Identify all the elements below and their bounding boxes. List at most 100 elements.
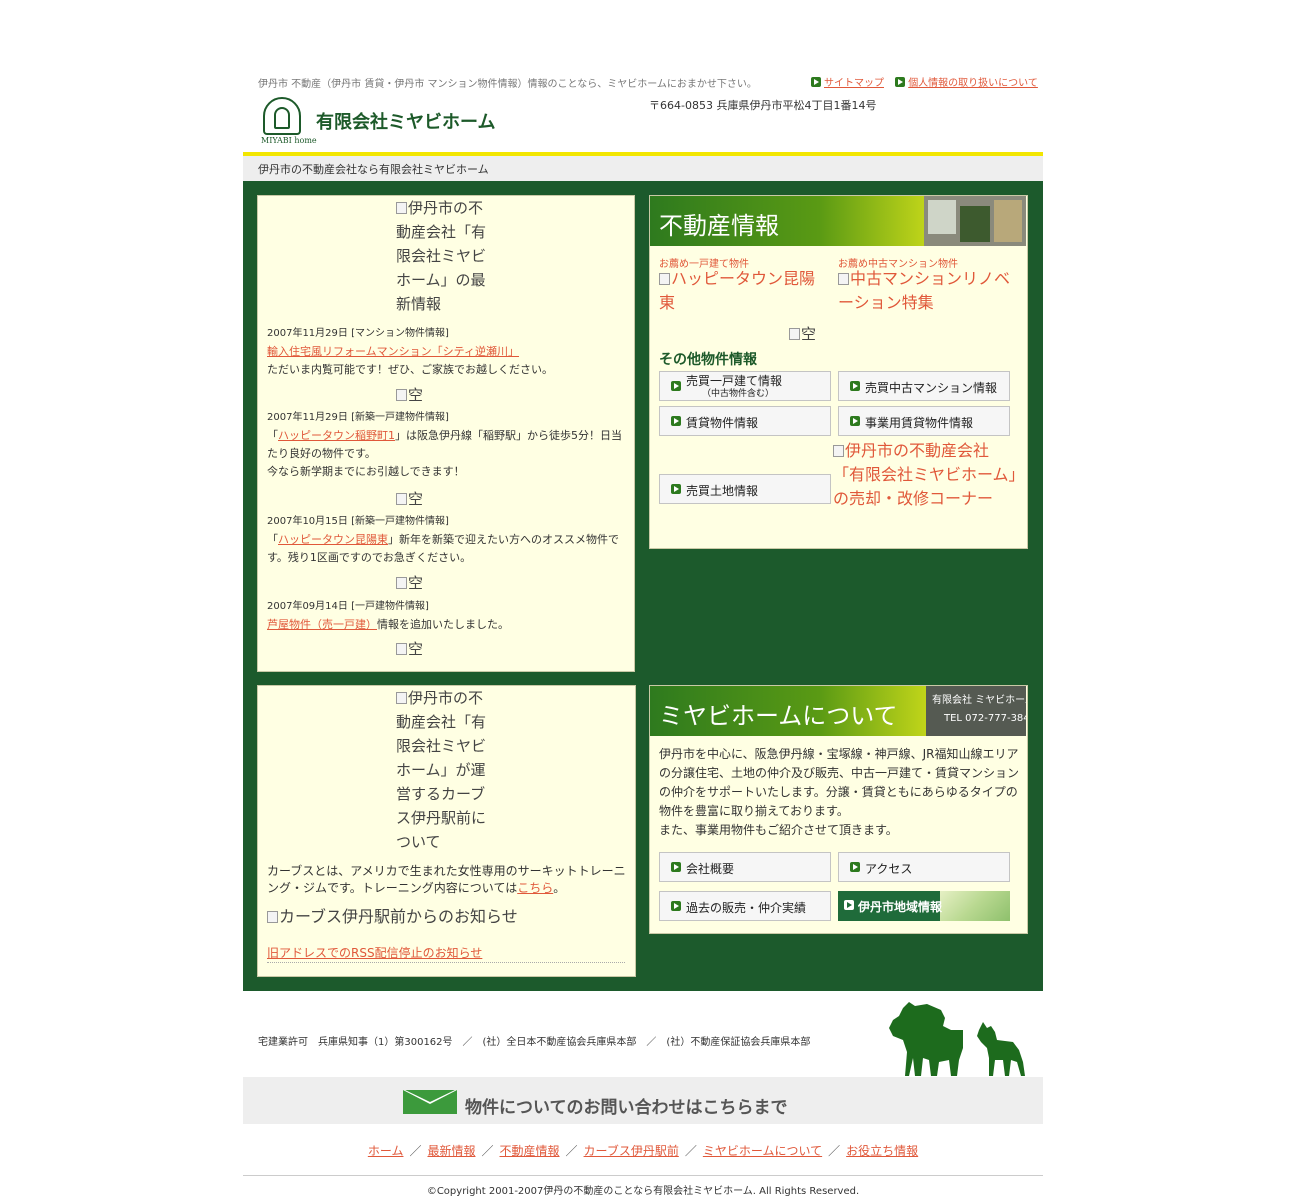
news-date: 2007年09月14日 [一戸建物件情報]: [267, 601, 429, 612]
footer-nav-about[interactable]: ミヤビホームについて: [703, 1144, 822, 1158]
arrow-icon: [671, 381, 681, 391]
contact-banner[interactable]: 物件についてのお問い合わせはこちらまで: [243, 1077, 1043, 1124]
news-link[interactable]: 芦屋物件（売一戸建）: [267, 618, 377, 631]
realestate-title: 不動産情報: [659, 212, 779, 240]
arrow-icon: [671, 484, 681, 494]
arrow-icon: [671, 416, 681, 426]
main-area: 伊丹市の不動産会社「有限会社ミヤビホーム」の最新情報 2007年11月29日 […: [243, 181, 1043, 991]
privacy-link[interactable]: 個人情報の取り扱いについて: [908, 78, 1038, 89]
business-rental-button[interactable]: 事業用賃貸物件情報: [838, 406, 1010, 436]
spacer-image: 空: [396, 572, 423, 593]
curves-text: カーブスとは、アメリカで生まれた女性専用のサーキットトレーニング・ジムです。トレ…: [267, 864, 626, 895]
rss-notice-link[interactable]: 旧アドレスでのRSS配信停止のお知らせ: [267, 946, 482, 960]
broken-image-icon: [396, 643, 407, 655]
curves-header-image: 伊丹市の不動産会社「有限会社ミヤビホーム」が運営するカーブス伊丹駅前について: [396, 689, 487, 851]
curves-box: 伊丹市の不動産会社「有限会社ミヤビホーム」が運営するカーブス伊丹駅前について カ…: [257, 685, 636, 977]
broken-image-icon: [659, 273, 670, 285]
broken-image-icon: [396, 493, 407, 505]
building-photo: [924, 196, 1026, 246]
realestate-panel: 不動産情報 お薦め一戸建て物件 ハッピータウン昆陽東 お薦め中古マンション物件 …: [649, 195, 1028, 549]
broken-image-icon: [396, 202, 407, 214]
copyright: ©Copyright 2001-2007伊丹の不動産のことなら有限会社ミヤビホー…: [426, 1186, 860, 1197]
sub-bar: 伊丹市の不動産会社なら有限会社ミヤビホーム: [243, 156, 1043, 181]
sub-bar-text: 伊丹市の不動産会社なら有限会社ミヤビホーム: [258, 163, 489, 176]
license-info: 宅建業許可 兵庫県知事（1）第300162号 ／ (社）全日本不動産協会兵庫県本…: [258, 1037, 811, 1048]
office-sign-photo: 有限会社 ミヤビホーム TEL 072-777-3846: [926, 686, 1026, 736]
logo-name: 有限会社ミヤビホーム: [316, 112, 496, 133]
about-panel: ミヤビホームについて 有限会社 ミヤビホーム TEL 072-777-3846 …: [649, 685, 1028, 934]
news-date: 2007年10月15日 [新築一戸建物件情報]: [267, 516, 449, 527]
contact-message: 物件についてのお問い合わせはこちらまで: [465, 1098, 788, 1118]
sale-mansion-button[interactable]: 売買中古マンション情報: [838, 371, 1010, 401]
sale-house-button[interactable]: 売買一戸建て情報 （中古物件含む）: [659, 371, 831, 401]
curves-notice-image: カーブス伊丹駅前からのお知らせ: [267, 905, 518, 929]
news-header-image: 伊丹市の不動産会社「有限会社ミヤビホーム」の最新情報: [396, 196, 496, 316]
dogs-illustration-icon: [889, 1002, 1025, 1076]
mail-envelope-icon: [403, 1090, 457, 1114]
arrow-icon: [895, 77, 906, 87]
arrow-icon: [811, 77, 821, 87]
broken-image-icon: [833, 445, 844, 457]
about-header: ミヤビホームについて 有限会社 ミヤビホーム TEL 072-777-3846: [650, 686, 1026, 736]
news-item: 2007年09月14日 [一戸建物件情報] 芦屋物件（売一戸建）情報を追加いたし…: [267, 598, 622, 634]
footer-nav-news[interactable]: 最新情報: [427, 1144, 475, 1158]
rental-button[interactable]: 賃貸物件情報: [659, 406, 831, 436]
arrow-icon: [850, 416, 860, 426]
news-link[interactable]: ハッピータウン昆陽東: [278, 533, 388, 546]
sale-reform-corner-image[interactable]: 伊丹市の不動産会社「有限会社ミヤビホーム」の売却・改修コーナー: [833, 439, 1018, 511]
land-sale-button[interactable]: 売買土地情報: [659, 474, 831, 504]
spacer-image: 空: [789, 323, 816, 344]
rss-notice-row: 旧アドレスでのRSS配信停止のお知らせ: [267, 944, 625, 963]
footer-nav-home[interactable]: ホーム: [368, 1144, 404, 1158]
realestate-header: 不動産情報: [650, 196, 1026, 246]
news-item: 2007年11月29日 [新築一戸建物件情報] 「ハッピータウン稲野町1」は阪急…: [267, 409, 622, 481]
broken-image-icon: [396, 577, 407, 589]
past-sales-button[interactable]: 過去の販売・仲介実績: [659, 891, 831, 921]
footer-nav-curves[interactable]: カーブス伊丹駅前: [584, 1144, 679, 1158]
arrow-icon: [671, 901, 681, 911]
footer-nav-useful[interactable]: お役立ち情報: [846, 1144, 918, 1158]
news-box: 伊丹市の不動産会社「有限会社ミヤビホーム」の最新情報 2007年11月29日 […: [257, 195, 635, 672]
arrow-icon: [844, 900, 854, 910]
access-button[interactable]: アクセス: [838, 852, 1010, 882]
news-date: 2007年11月29日 [マンション物件情報]: [267, 328, 449, 339]
map-thumbnail: [940, 891, 1010, 921]
broken-image-icon: [789, 328, 800, 340]
news-text-2: 今なら新学期までにお引越しできます！: [267, 465, 465, 478]
about-title: ミヤビホームについて: [659, 702, 898, 730]
logo-sub: MIYABI home: [261, 136, 317, 145]
sitemap-link-wrap: サイトマップ: [811, 74, 884, 89]
about-text: 伊丹市を中心に、阪急伊丹線・宝塚線・神戸線、JR福知山線エリアの分譲住宅、土地の…: [659, 747, 1020, 837]
arrow-icon: [850, 381, 860, 391]
logo-mark-icon: [263, 97, 301, 135]
broken-image-icon: [396, 692, 407, 704]
logo[interactable]: MIYABI home 有限会社ミヤビホーム: [261, 97, 501, 147]
privacy-link-wrap: 個人情報の取り扱いについて: [895, 74, 1038, 89]
broken-image-icon: [267, 911, 278, 923]
rec-house-image[interactable]: ハッピータウン昆陽東: [659, 267, 829, 315]
rec-mansion-image[interactable]: 中古マンションリノベーション特集: [838, 267, 1018, 315]
arrow-icon: [850, 862, 860, 872]
footer-nav-realestate[interactable]: 不動産情報: [500, 1144, 560, 1158]
news-item: 2007年10月15日 [新築一戸建物件情報] 「ハッピータウン昆陽東」新年を新…: [267, 513, 622, 567]
footer-nav: ホーム／最新情報／不動産情報／カーブス伊丹駅前／ミヤビホームについて／お役立ち情…: [367, 1144, 919, 1158]
news-link[interactable]: ハッピータウン稲野町1: [278, 429, 395, 442]
news-text: 情報を追加いたしました。: [377, 618, 509, 631]
sitemap-link[interactable]: サイトマップ: [824, 78, 884, 89]
news-text: ただいま内覧可能です！ぜひ、ご家族でお越しください。: [267, 363, 553, 376]
news-item: 2007年11月29日 [マンション物件情報] 輸入住宅風リフォームマンション「…: [267, 325, 622, 379]
arrow-icon: [671, 862, 681, 872]
broken-image-icon: [838, 273, 849, 285]
news-link[interactable]: 輸入住宅風リフォームマンション「シティ逆瀬川」: [267, 345, 519, 358]
spacer-image: 空: [396, 638, 423, 659]
company-profile-button[interactable]: 会社概要: [659, 852, 831, 882]
spacer-image: 空: [396, 384, 423, 405]
broken-image-icon: [396, 389, 407, 401]
other-properties-heading: その他物件情報: [659, 352, 757, 368]
company-address: 〒664-0853 兵庫県伊丹市平松4丁目1番14号: [649, 99, 877, 112]
curves-link[interactable]: こちら: [517, 881, 553, 895]
news-date: 2007年11月29日 [新築一戸建物件情報]: [267, 412, 449, 423]
footer-divider: [243, 1175, 1043, 1176]
area-info-button[interactable]: 伊丹市地域情報: [838, 891, 1010, 921]
spacer-image: 空: [396, 488, 423, 509]
